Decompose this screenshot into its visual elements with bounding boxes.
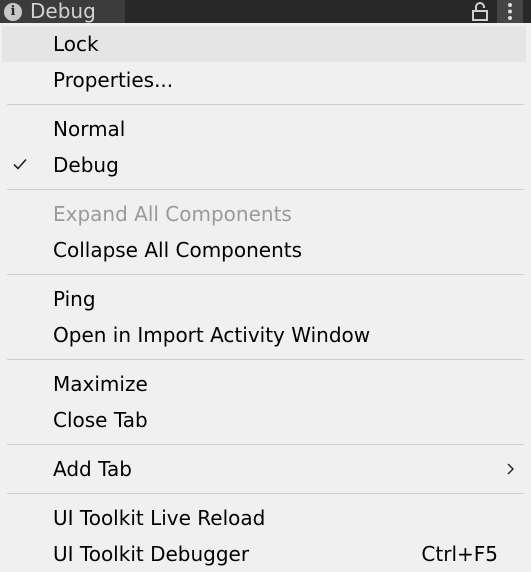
menu-item-properties[interactable]: Properties... xyxy=(2,62,526,98)
checkmark-icon xyxy=(13,158,27,170)
menu-item-lock[interactable]: Lock xyxy=(2,26,526,62)
menu-item-ui-toolkit-debugger[interactable]: UI Toolkit Debugger Ctrl+F5 xyxy=(2,536,526,572)
menu-item-label: Debug xyxy=(53,153,119,177)
chevron-right-icon xyxy=(507,463,514,475)
menu-item-label: Close Tab xyxy=(53,408,148,432)
window-titlebar: i Debug xyxy=(0,0,531,23)
menu-item-debug[interactable]: Debug xyxy=(2,147,526,183)
menu-item-label: Open in Import Activity Window xyxy=(53,323,371,347)
menu-item-ping[interactable]: Ping xyxy=(2,281,526,317)
menu-item-label: Lock xyxy=(53,32,99,56)
menu-item-close-tab[interactable]: Close Tab xyxy=(2,402,526,438)
menu-separator xyxy=(7,104,524,105)
unlocked-padlock-icon xyxy=(472,2,488,21)
menu-item-collapse-all-components[interactable]: Collapse All Components xyxy=(2,232,526,268)
menu-item-expand-all-components: Expand All Components xyxy=(2,196,526,232)
menu-separator xyxy=(7,189,524,190)
menu-item-label: Properties... xyxy=(53,68,174,92)
menu-item-add-tab[interactable]: Add Tab xyxy=(2,451,526,487)
menu-item-label: Collapse All Components xyxy=(53,238,303,262)
menu-separator xyxy=(7,493,524,494)
more-options-button[interactable] xyxy=(497,0,523,23)
menu-item-label: UI Toolkit Live Reload xyxy=(53,506,266,530)
kebab-menu-icon xyxy=(508,3,512,20)
lock-toggle-button[interactable] xyxy=(470,2,490,21)
menu-item-normal[interactable]: Normal xyxy=(2,111,526,147)
info-icon: i xyxy=(4,2,22,21)
menu-item-ui-toolkit-live-reload[interactable]: UI Toolkit Live Reload xyxy=(2,500,526,536)
menu-item-label: Normal xyxy=(53,117,126,141)
tab-debug[interactable]: i Debug xyxy=(0,0,125,23)
menu-item-maximize[interactable]: Maximize xyxy=(2,366,526,402)
keyboard-shortcut: Ctrl+F5 xyxy=(421,542,498,566)
tab-title: Debug xyxy=(30,0,96,23)
menu-item-label: Expand All Components xyxy=(53,202,292,226)
menu-item-open-import-activity-window[interactable]: Open in Import Activity Window xyxy=(2,317,526,353)
context-menu: Lock Properties... Normal Debug Expand A… xyxy=(0,23,531,568)
menu-separator xyxy=(7,359,524,360)
menu-separator xyxy=(7,444,524,445)
menu-separator xyxy=(7,274,524,275)
menu-item-label: UI Toolkit Debugger xyxy=(53,542,250,566)
menu-item-label: Add Tab xyxy=(53,457,132,481)
menu-item-label: Maximize xyxy=(53,372,148,396)
menu-item-label: Ping xyxy=(53,287,96,311)
